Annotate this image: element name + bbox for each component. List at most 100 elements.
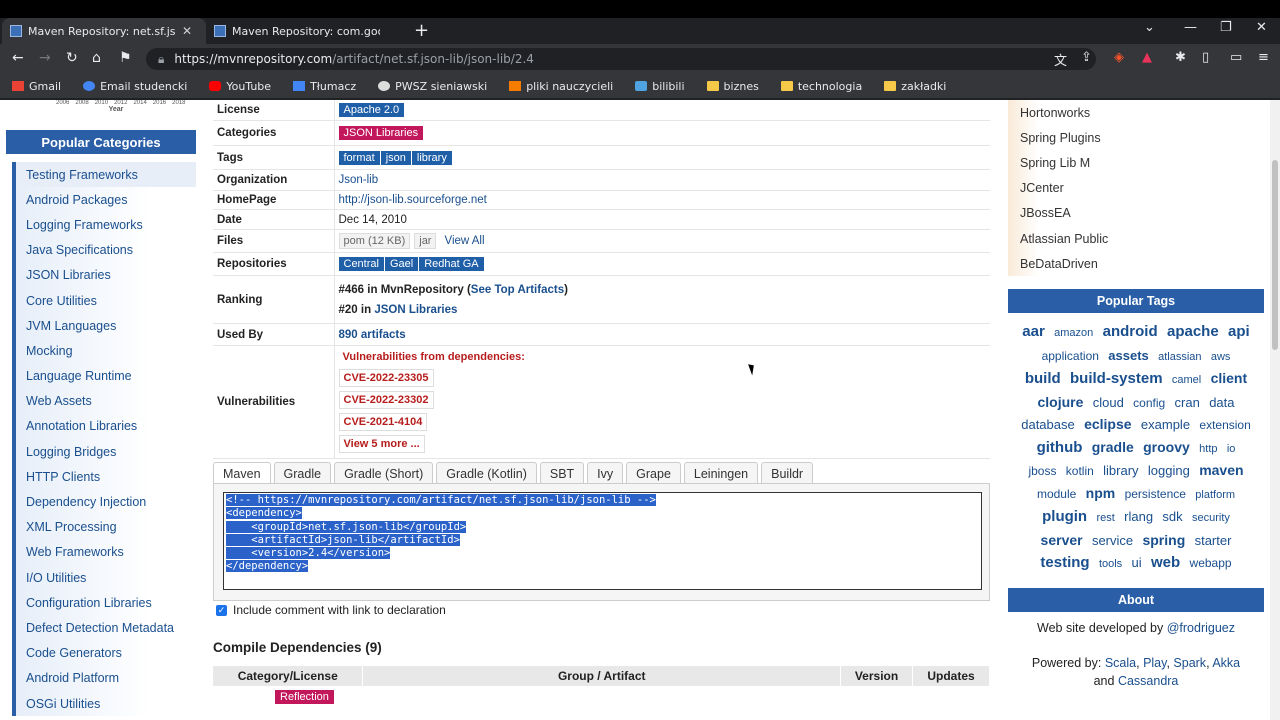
powered-link[interactable]: Cassandra (1118, 674, 1178, 688)
category-item[interactable]: OSGi Utilities (16, 690, 196, 717)
page-scrollbar[interactable] (1270, 100, 1280, 720)
category-item[interactable]: Mocking (16, 338, 196, 364)
cve-link[interactable]: CVE-2022-23302 (338, 391, 434, 409)
tag-link[interactable]: config (1133, 396, 1165, 410)
tag-link[interactable]: webapp (1190, 556, 1232, 570)
category-item[interactable]: Dependency Injection (16, 489, 196, 515)
bookmark-pwsz[interactable]: PWSZ sieniawski (378, 80, 487, 93)
tag-link[interactable]: cran (1175, 395, 1200, 410)
homepage-link[interactable]: http://json-lib.sourceforge.net (339, 194, 487, 206)
tag-link[interactable]: build-system (1070, 370, 1163, 387)
include-comment-checkbox[interactable]: ✓ (216, 604, 227, 616)
category-item[interactable]: Defect Detection Metadata (16, 615, 196, 641)
bookmark-gmail[interactable]: Gmail (12, 80, 61, 93)
tag-link[interactable]: apache (1167, 323, 1219, 340)
category-item[interactable]: XML Processing (16, 514, 196, 540)
tag-link[interactable]: web (1151, 554, 1180, 571)
tag-link[interactable]: security (1192, 512, 1230, 524)
tag-link[interactable]: aar (1022, 323, 1045, 340)
category-item[interactable]: Java Specifications (16, 237, 196, 263)
bookmark-icon[interactable]: ⚑ (119, 50, 132, 66)
file-pom-button[interactable]: pom (12 KB) (338, 233, 411, 249)
author-link[interactable]: @frodriguez (1167, 621, 1235, 635)
build-tab[interactable]: Buildr (761, 462, 814, 485)
category-item[interactable]: Language Runtime (16, 363, 196, 389)
tag-link[interactable]: database (1021, 417, 1075, 432)
tag-link[interactable]: client (1211, 370, 1248, 386)
close-window-icon[interactable]: ✕ (1256, 20, 1267, 35)
view-more-link[interactable]: View 5 more ... (338, 435, 425, 453)
build-tab[interactable]: Gradle (273, 462, 332, 485)
tag-link[interactable]: persistence (1125, 487, 1186, 501)
category-item[interactable]: Logging Bridges (16, 439, 196, 465)
build-tab[interactable]: Grape (626, 462, 681, 485)
tag-link[interactable]: amazon (1054, 327, 1093, 339)
bookmark-pliki[interactable]: pliki nauczycieli (509, 80, 613, 93)
repository-item[interactable]: Spring Plugins (1008, 125, 1264, 151)
scrollbar-thumb[interactable] (1272, 160, 1278, 350)
bookmark-youtube[interactable]: YouTube (209, 80, 271, 93)
tag-json[interactable]: json (380, 150, 411, 165)
back-icon[interactable]: ← (12, 50, 24, 66)
category-item[interactable]: Web Frameworks (16, 539, 196, 565)
powered-link[interactable]: Play (1143, 656, 1166, 670)
view-all-link[interactable]: View All (444, 235, 484, 247)
category-item[interactable]: HTTP Clients (16, 464, 196, 490)
repo-redhat[interactable]: Redhat GA (419, 257, 484, 271)
cve-link[interactable]: CVE-2022-23305 (338, 369, 434, 387)
category-item[interactable]: Code Generators (16, 640, 196, 666)
license-badge[interactable]: Apache 2.0 (338, 103, 405, 117)
powered-link[interactable]: Akka (1212, 656, 1240, 670)
tag-link[interactable]: http (1199, 443, 1217, 455)
tag-link[interactable]: cloud (1093, 395, 1124, 410)
tag-link[interactable]: tools (1099, 558, 1122, 570)
reload-icon[interactable]: ↻ (66, 50, 78, 66)
build-tab[interactable]: Ivy (587, 462, 624, 485)
new-tab-icon[interactable]: + (414, 20, 429, 41)
browser-tab-active[interactable]: Maven Repository: net.sf.json-lib ✕ (2, 18, 206, 44)
tag-link[interactable]: ui (1132, 555, 1142, 570)
category-item[interactable]: JSON Libraries (16, 262, 196, 288)
repository-item[interactable]: Spring Lib M (1008, 150, 1264, 176)
repository-item[interactable]: JCenter (1008, 175, 1264, 201)
category-item[interactable]: Android Platform (16, 665, 196, 691)
category-item[interactable]: Testing Frameworks (16, 162, 196, 188)
tag-link[interactable]: github (1037, 439, 1083, 456)
brave-rewards-icon[interactable]: ▲ (1142, 50, 1152, 65)
category-item[interactable]: Android Packages (16, 187, 196, 213)
tag-link[interactable]: rlang (1124, 509, 1153, 524)
category-badge[interactable]: Reflection (275, 690, 334, 704)
category-item[interactable]: Core Utilities (16, 287, 196, 314)
tag-link[interactable]: server (1041, 532, 1083, 548)
tag-link[interactable]: api (1228, 323, 1250, 340)
category-item[interactable]: Logging Frameworks (16, 212, 196, 238)
address-bar[interactable]: 🔒︎ https://mvnrepository.com/artifact/ne… (146, 48, 1096, 70)
tag-link[interactable]: starter (1195, 533, 1232, 548)
tag-link[interactable]: logging (1148, 463, 1190, 478)
build-tab[interactable]: Maven (213, 462, 271, 485)
minimize-icon[interactable]: — (1184, 20, 1197, 35)
repo-central[interactable]: Central (338, 257, 384, 271)
top-artifacts-link[interactable]: See Top Artifacts (471, 284, 564, 296)
bookmark-biznes[interactable]: biznes (706, 80, 759, 93)
brave-shield-icon[interactable]: ◈ (1114, 50, 1124, 65)
tab-search-icon[interactable]: ⌄ (1144, 20, 1155, 35)
menu-icon[interactable]: ≡ (1258, 50, 1269, 65)
home-icon[interactable]: ⌂ (92, 50, 101, 66)
tag-link[interactable]: maven (1199, 462, 1243, 478)
close-tab-icon[interactable]: ✕ (182, 24, 192, 38)
repository-item[interactable]: BeDataDriven (1008, 251, 1264, 277)
build-tab[interactable]: Gradle (Kotlin) (436, 462, 537, 485)
dependency-snippet[interactable]: <!-- https://mvnrepository.com/artifact/… (223, 492, 982, 590)
tag-link[interactable]: testing (1040, 554, 1089, 571)
share-icon[interactable]: ⇪ (1081, 50, 1092, 65)
tag-link[interactable]: clojure (1038, 394, 1084, 410)
repository-item[interactable]: Hortonworks (1008, 100, 1264, 126)
translate-icon[interactable]: 文 (1054, 50, 1067, 69)
tag-link[interactable]: rest (1096, 512, 1114, 524)
sidebar-icon[interactable]: ▯ (1202, 50, 1209, 65)
tag-link[interactable]: gradle (1092, 439, 1134, 455)
repository-item[interactable]: JBossEA (1008, 200, 1264, 226)
tag-link[interactable]: io (1227, 443, 1236, 455)
maximize-icon[interactable]: ❐ (1220, 20, 1232, 35)
